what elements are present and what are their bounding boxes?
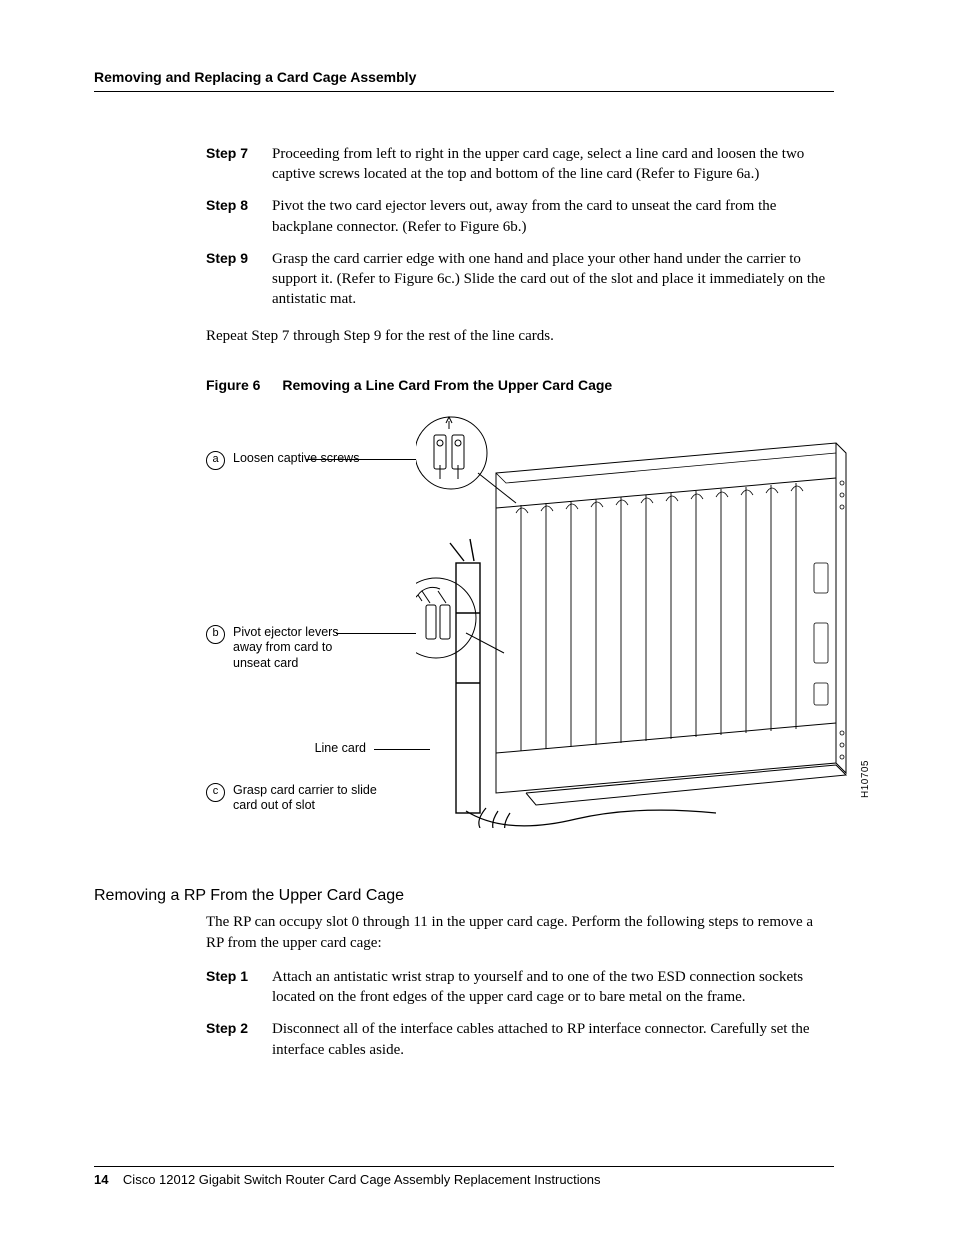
step-row: Step 2 Disconnect all of the interface c…	[206, 1019, 834, 1060]
footer-rule	[94, 1166, 834, 1167]
callout-a: a Loosen captive screws	[206, 451, 359, 470]
figure-label: Figure 6	[206, 377, 260, 393]
step-text: Attach an antistatic wrist strap to your…	[272, 967, 834, 1008]
figure-6: a Loosen captive screws b Pivot ejector …	[206, 413, 834, 843]
callout-bubble-icon: c	[206, 783, 225, 802]
step-text: Proceeding from left to right in the upp…	[272, 144, 834, 185]
drawing-id: H10705	[859, 760, 873, 798]
section-intro: The RP can occupy slot 0 through 11 in t…	[206, 912, 834, 953]
page-number: 14	[94, 1172, 108, 1187]
callout-bubble-icon: a	[206, 451, 225, 470]
figure-illustration: H10705	[416, 413, 856, 828]
footer-doc-title: Cisco 12012 Gigabit Switch Router Card C…	[123, 1172, 601, 1187]
callout-text: Grasp card carrier to slide card out of …	[233, 783, 383, 814]
step-label: Step 8	[206, 196, 272, 237]
step-text: Grasp the card carrier edge with one han…	[272, 249, 834, 310]
running-head: Removing and Replacing a Card Cage Assem…	[94, 68, 834, 87]
figure-title: Removing a Line Card From the Upper Card…	[282, 377, 612, 393]
step-row: Step 1 Attach an antistatic wrist strap …	[206, 967, 834, 1008]
step-label: Step 1	[206, 967, 272, 1008]
step-label: Step 9	[206, 249, 272, 310]
step-row: Step 8 Pivot the two card ejector levers…	[206, 196, 834, 237]
step-label: Step 2	[206, 1019, 272, 1060]
step-text: Pivot the two card ejector levers out, a…	[272, 196, 834, 237]
leader-line	[336, 633, 416, 634]
page-footer: 14 Cisco 12012 Gigabit Switch Router Car…	[94, 1171, 834, 1189]
callout-bubble-icon: b	[206, 625, 225, 644]
repeat-instruction: Repeat Step 7 through Step 9 for the res…	[206, 326, 834, 346]
step-row: Step 9 Grasp the card carrier edge with …	[206, 249, 834, 310]
step-list-upper: Step 7 Proceeding from left to right in …	[206, 144, 834, 310]
leader-line	[306, 459, 416, 460]
step-label: Step 7	[206, 144, 272, 185]
linecard-label: Line card	[306, 741, 366, 757]
step-list-rp: Step 1 Attach an antistatic wrist strap …	[206, 967, 834, 1060]
figure-caption: Figure 6 Removing a Line Card From the U…	[206, 376, 834, 395]
callout-c: c Grasp card carrier to slide card out o…	[206, 783, 383, 814]
step-text: Disconnect all of the interface cables a…	[272, 1019, 834, 1060]
section-heading-rp: Removing a RP From the Upper Card Cage	[94, 885, 834, 907]
header-rule	[94, 91, 834, 92]
step-row: Step 7 Proceeding from left to right in …	[206, 144, 834, 185]
